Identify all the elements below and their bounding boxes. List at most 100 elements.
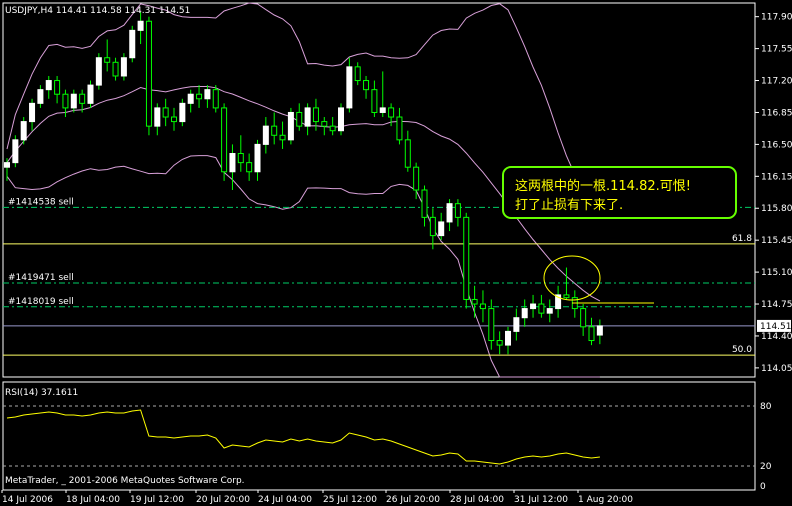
- candle-body: [513, 317, 520, 332]
- price-tick-label: 114.75: [761, 300, 792, 310]
- price-tick-label: 117.55: [761, 45, 792, 55]
- price-tick-label: 115.45: [761, 236, 792, 246]
- price-tick-label: 114.05: [761, 364, 792, 374]
- candle-body: [137, 20, 144, 31]
- candle-body: [588, 326, 595, 342]
- candle: [296, 103, 303, 131]
- candle: [179, 98, 186, 127]
- candle: [555, 285, 562, 318]
- time-tick-label: 18 Jul 04:00: [66, 495, 120, 505]
- candle: [429, 208, 436, 250]
- candle-body: [45, 80, 52, 91]
- candle: [221, 103, 228, 181]
- candle-body: [304, 107, 311, 127]
- candle: [112, 57, 119, 81]
- candle-body: [388, 107, 395, 118]
- candle-body: [479, 303, 486, 310]
- candle-body: [246, 162, 253, 173]
- candle: [479, 290, 486, 323]
- candle: [505, 326, 511, 355]
- chart-window: #1414538 sell #1419471 sell #1418019 sell 6…: [0, 0, 792, 506]
- candle: [588, 317, 595, 346]
- candle-body: [145, 20, 152, 127]
- order-label: #1418019 sell: [8, 297, 74, 307]
- candle-body: [221, 107, 228, 173]
- candle-body: [596, 325, 603, 336]
- candle-body: [363, 80, 370, 91]
- rsi-tick-label: 20: [760, 462, 772, 472]
- price-chart[interactable]: #1414538 sell #1419471 sell #1418019 sell 6…: [0, 0, 792, 506]
- candle: [254, 139, 261, 181]
- candle: [396, 107, 403, 145]
- candle-body: [254, 143, 261, 173]
- candle: [371, 80, 378, 118]
- candle: [45, 75, 52, 99]
- candle: [454, 199, 461, 227]
- candle-body: [538, 303, 545, 314]
- candle-body: [454, 203, 461, 218]
- candle-body: [179, 102, 186, 123]
- candle-body: [471, 298, 478, 305]
- candle: [12, 135, 19, 168]
- candle: [237, 135, 244, 172]
- candle: [229, 144, 236, 190]
- candle-body: [379, 107, 386, 113]
- candle: [354, 62, 361, 86]
- candle: [346, 57, 353, 113]
- time-tick-label: 20 Jul 20:00: [196, 495, 250, 505]
- candle-body: [580, 308, 587, 328]
- candle-body: [154, 107, 161, 127]
- candle-body: [12, 139, 19, 164]
- horizontal-lines: #1414538 sell #1419471 sell #1418019 sell 6…: [3, 197, 755, 356]
- candle-body: [37, 89, 44, 104]
- candle-body: [546, 308, 553, 314]
- candle-body: [62, 93, 69, 109]
- price-tick-label: 115.80: [761, 204, 792, 214]
- candle-body: [421, 189, 428, 218]
- price-tick-label: 116.15: [761, 172, 792, 182]
- candle-body: [112, 61, 119, 77]
- price-tick-label: 116.50: [761, 140, 792, 150]
- candle: [104, 39, 111, 72]
- candle-body: [104, 57, 111, 63]
- candle-body: [70, 93, 77, 109]
- note-line-2: 打了止损有下来了.: [515, 198, 623, 213]
- candle-body: [404, 139, 411, 168]
- candle-body: [237, 153, 244, 164]
- candle: [196, 85, 203, 108]
- candle: [463, 212, 470, 309]
- time-tick-label: 24 Jul 04:00: [258, 495, 312, 505]
- candle: [37, 85, 44, 108]
- time-tick-label: 1 Aug 20:00: [578, 495, 633, 505]
- candle: [137, 12, 144, 45]
- candle: [363, 75, 370, 99]
- fib-label: 50.0: [732, 345, 752, 355]
- time-tick-label: 14 Jul 2006: [2, 495, 53, 505]
- candle-body: [413, 166, 420, 191]
- candle: [279, 121, 286, 149]
- candle: [338, 103, 344, 136]
- candle-body: [271, 125, 278, 136]
- candle: [54, 75, 61, 104]
- candle-body: [287, 111, 294, 141]
- time-tick-label: 26 Jul 20:00: [386, 495, 440, 505]
- candle: [129, 25, 136, 63]
- order-label: #1419471 sell: [8, 273, 74, 283]
- price-tick-label: 117.20: [761, 77, 792, 87]
- candle: [513, 308, 520, 341]
- candle-body: [87, 84, 94, 104]
- candle: [521, 299, 528, 327]
- candle: [29, 98, 36, 131]
- candle: [421, 185, 428, 227]
- current-price-label: 114.51: [760, 322, 792, 332]
- highlight-ellipse: [543, 255, 601, 301]
- candle: [262, 117, 269, 154]
- candle-body: [496, 340, 503, 346]
- candle-body: [488, 308, 495, 342]
- candle-body: [530, 303, 537, 310]
- candle: [70, 89, 77, 113]
- candle: [271, 112, 278, 145]
- candle: [580, 304, 587, 336]
- candle: [496, 331, 503, 355]
- candle: [304, 103, 311, 136]
